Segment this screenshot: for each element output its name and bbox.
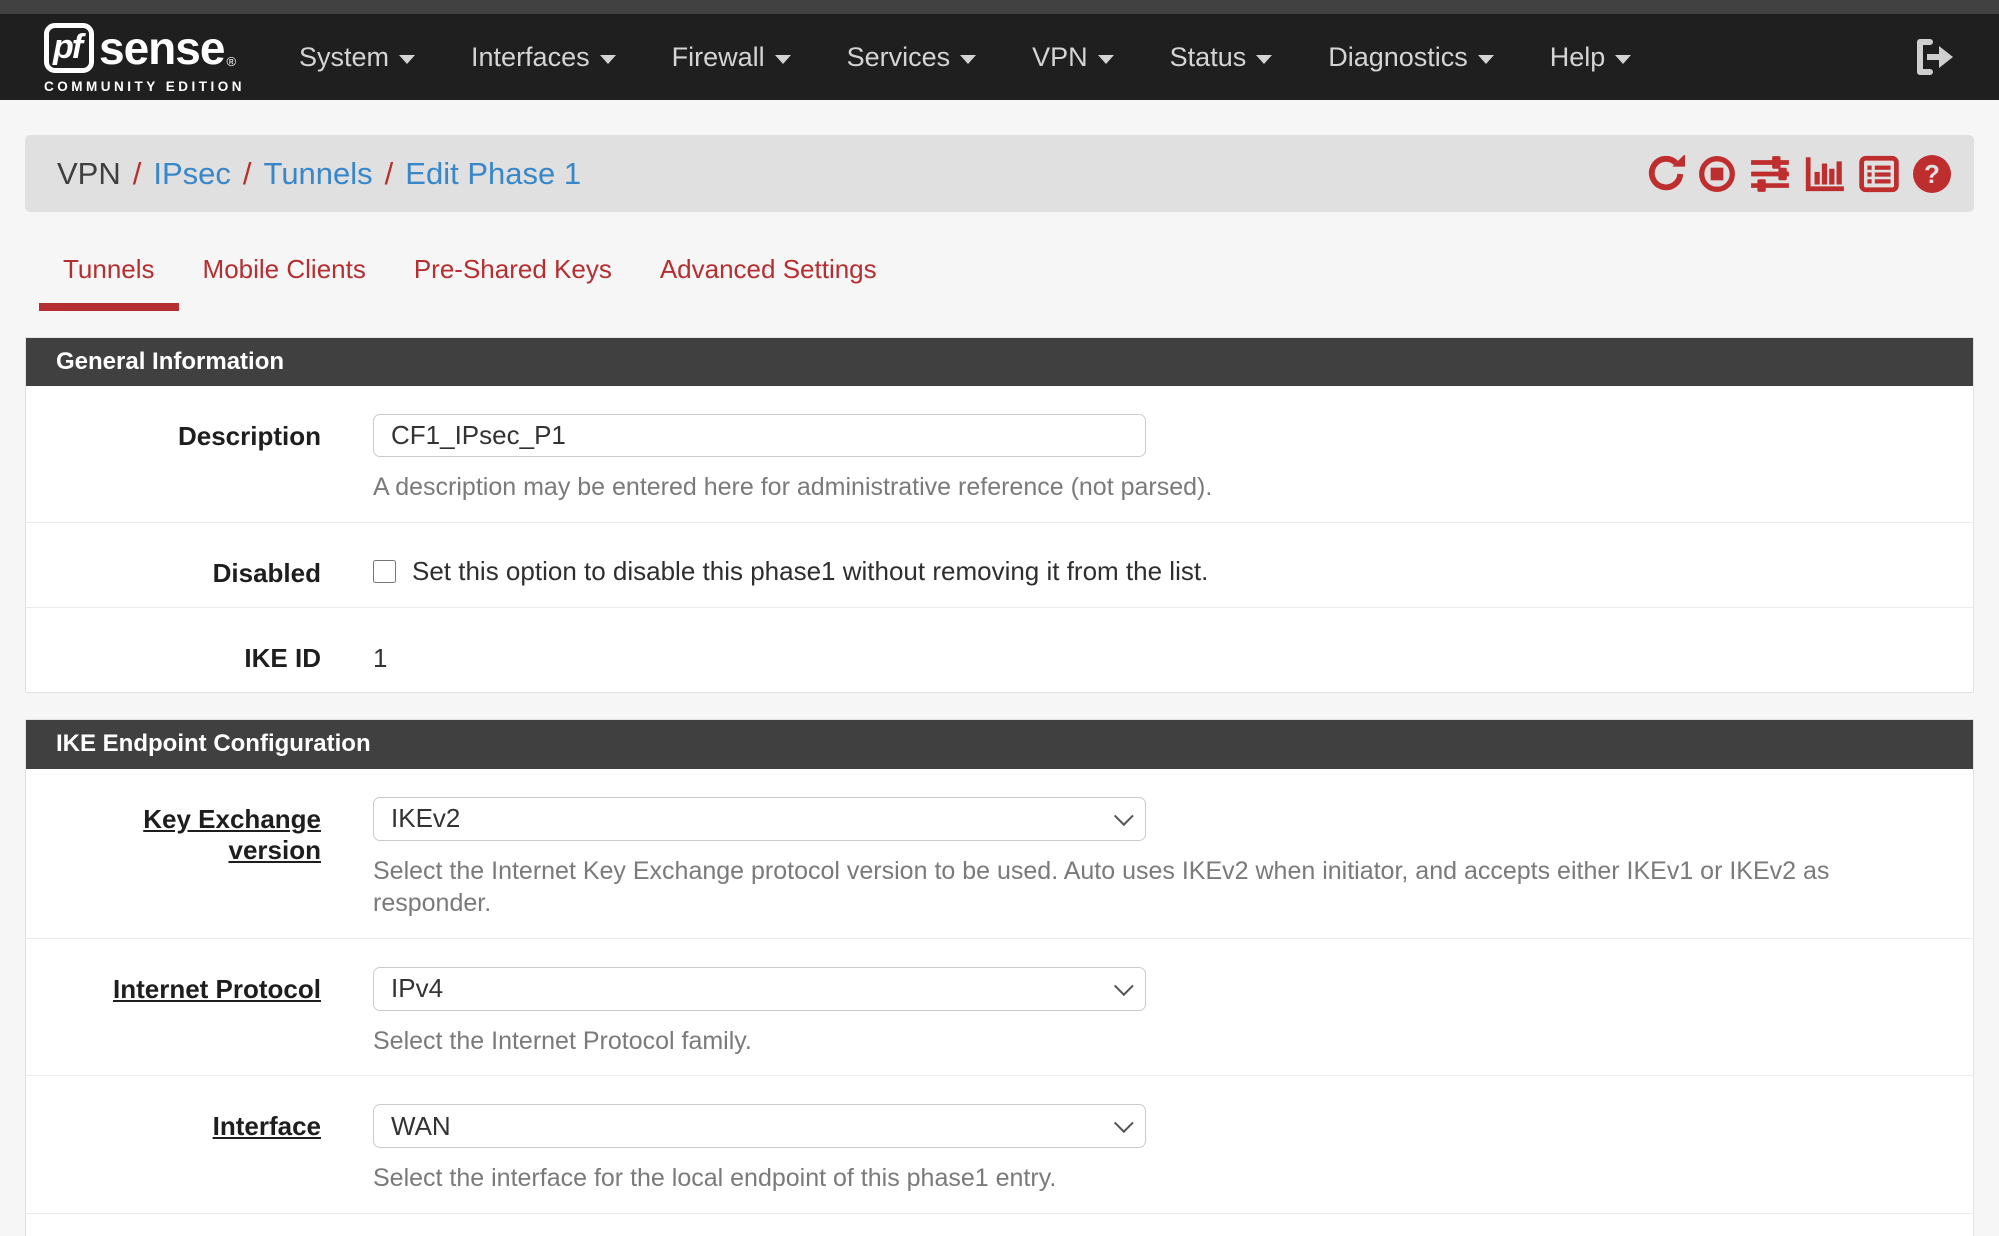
row-disabled: Disabled Set this option to disable this… — [26, 522, 1973, 607]
chevron-down-icon — [1114, 806, 1134, 826]
breadcrumb-vpn: VPN — [57, 156, 121, 192]
chevron-down-icon — [1114, 976, 1134, 996]
breadcrumb-ipsec-link[interactable]: IPsec — [153, 156, 231, 192]
nav-item-status[interactable]: Status — [1170, 42, 1273, 73]
page-action-icons: ? — [1647, 154, 1952, 194]
row-key-exchange-version: Key Exchange version IKEv2 Select the In… — [26, 769, 1973, 938]
row-internet-protocol: Internet Protocol IPv4 Select the Intern… — [26, 938, 1973, 1076]
panel-title: General Information — [26, 338, 1973, 386]
key-exchange-version-help: Select the Internet Key Exchange protoco… — [373, 855, 1943, 920]
brand-name: sense — [99, 21, 224, 75]
nav-item-services[interactable]: Services — [847, 42, 977, 73]
nav-item-firewall[interactable]: Firewall — [672, 42, 791, 73]
description-help: A description may be entered here for ad… — [373, 471, 1943, 504]
question-circle-icon[interactable]: ? — [1912, 154, 1952, 194]
panel-ike-endpoint-configuration: IKE Endpoint Configuration Key Exchange … — [25, 719, 1974, 1236]
breadcrumb: VPN / IPsec / Tunnels / Edit Phase 1 — [57, 156, 581, 192]
row-remote-gateway: Remote Gateway Enter the public IP addre… — [26, 1213, 1973, 1236]
disabled-checkbox-text: Set this option to disable this phase1 w… — [412, 556, 1208, 587]
bar-chart-icon[interactable] — [1804, 155, 1846, 193]
tab-bar: Tunnels Mobile Clients Pre-Shared Keys A… — [25, 238, 1974, 311]
description-input[interactable] — [373, 414, 1146, 457]
panel-title: IKE Endpoint Configuration — [26, 720, 1973, 768]
chevron-down-icon — [1098, 55, 1114, 64]
interface-help: Select the interface for the local endpo… — [373, 1162, 1943, 1195]
row-interface: Interface WAN Select the interface for t… — [26, 1075, 1973, 1213]
breadcrumb-bar: VPN / IPsec / Tunnels / Edit Phase 1 ? — [25, 135, 1974, 212]
ike-id-label: IKE ID — [56, 636, 321, 674]
nav-menu: System Interfaces Firewall Services VPN … — [299, 42, 1687, 73]
chevron-down-icon — [1615, 55, 1631, 64]
nav-item-help[interactable]: Help — [1550, 42, 1632, 73]
panel-general-information: General Information Description A descri… — [25, 337, 1974, 693]
tab-advanced-settings[interactable]: Advanced Settings — [636, 238, 901, 311]
description-label: Description — [56, 414, 321, 504]
chevron-down-icon — [1478, 55, 1494, 64]
row-ike-id: IKE ID 1 — [26, 607, 1973, 692]
nav-item-interfaces[interactable]: Interfaces — [471, 42, 616, 73]
sign-out-icon[interactable] — [1913, 37, 1955, 77]
tab-mobile-clients[interactable]: Mobile Clients — [179, 238, 390, 311]
disabled-label: Disabled — [56, 551, 321, 589]
chevron-down-icon — [600, 55, 616, 64]
nav-item-diagnostics[interactable]: Diagnostics — [1328, 42, 1494, 73]
breadcrumb-tunnels-link[interactable]: Tunnels — [264, 156, 373, 192]
svg-text:?: ? — [1924, 159, 1940, 189]
interface-label[interactable]: Interface — [56, 1104, 321, 1195]
internet-protocol-select[interactable]: IPv4 — [373, 967, 1146, 1011]
key-exchange-version-select[interactable]: IKEv2 — [373, 797, 1146, 841]
sliders-icon[interactable] — [1749, 155, 1791, 193]
chevron-down-icon — [1256, 55, 1272, 64]
pf-logo-icon: pf — [44, 23, 94, 73]
nav-item-system[interactable]: System — [299, 42, 415, 73]
pfsense-logo[interactable]: pf sense ® COMMUNITY EDITION — [44, 21, 245, 94]
key-exchange-version-label[interactable]: Key Exchange version — [56, 797, 321, 920]
refresh-icon[interactable] — [1647, 155, 1685, 193]
registered-mark: ® — [226, 54, 236, 69]
top-strip — [0, 0, 1999, 14]
row-description: Description A description may be entered… — [26, 386, 1973, 522]
tab-tunnels[interactable]: Tunnels — [39, 238, 179, 311]
ike-id-value: 1 — [373, 636, 1943, 674]
stop-circle-icon[interactable] — [1698, 155, 1736, 193]
interface-select[interactable]: WAN — [373, 1104, 1146, 1148]
list-icon[interactable] — [1859, 155, 1899, 193]
chevron-down-icon — [960, 55, 976, 64]
breadcrumb-edit-phase1-link[interactable]: Edit Phase 1 — [405, 156, 581, 192]
chevron-down-icon — [775, 55, 791, 64]
nav-item-vpn[interactable]: VPN — [1032, 42, 1114, 73]
brand-edition: COMMUNITY EDITION — [44, 79, 245, 94]
tab-pre-shared-keys[interactable]: Pre-Shared Keys — [390, 238, 636, 311]
disabled-checkbox[interactable] — [373, 560, 396, 583]
main-navbar: pf sense ® COMMUNITY EDITION System Inte… — [0, 14, 1999, 100]
chevron-down-icon — [399, 55, 415, 64]
internet-protocol-label[interactable]: Internet Protocol — [56, 967, 321, 1058]
internet-protocol-help: Select the Internet Protocol family. — [373, 1025, 1943, 1058]
chevron-down-icon — [1114, 1113, 1134, 1133]
